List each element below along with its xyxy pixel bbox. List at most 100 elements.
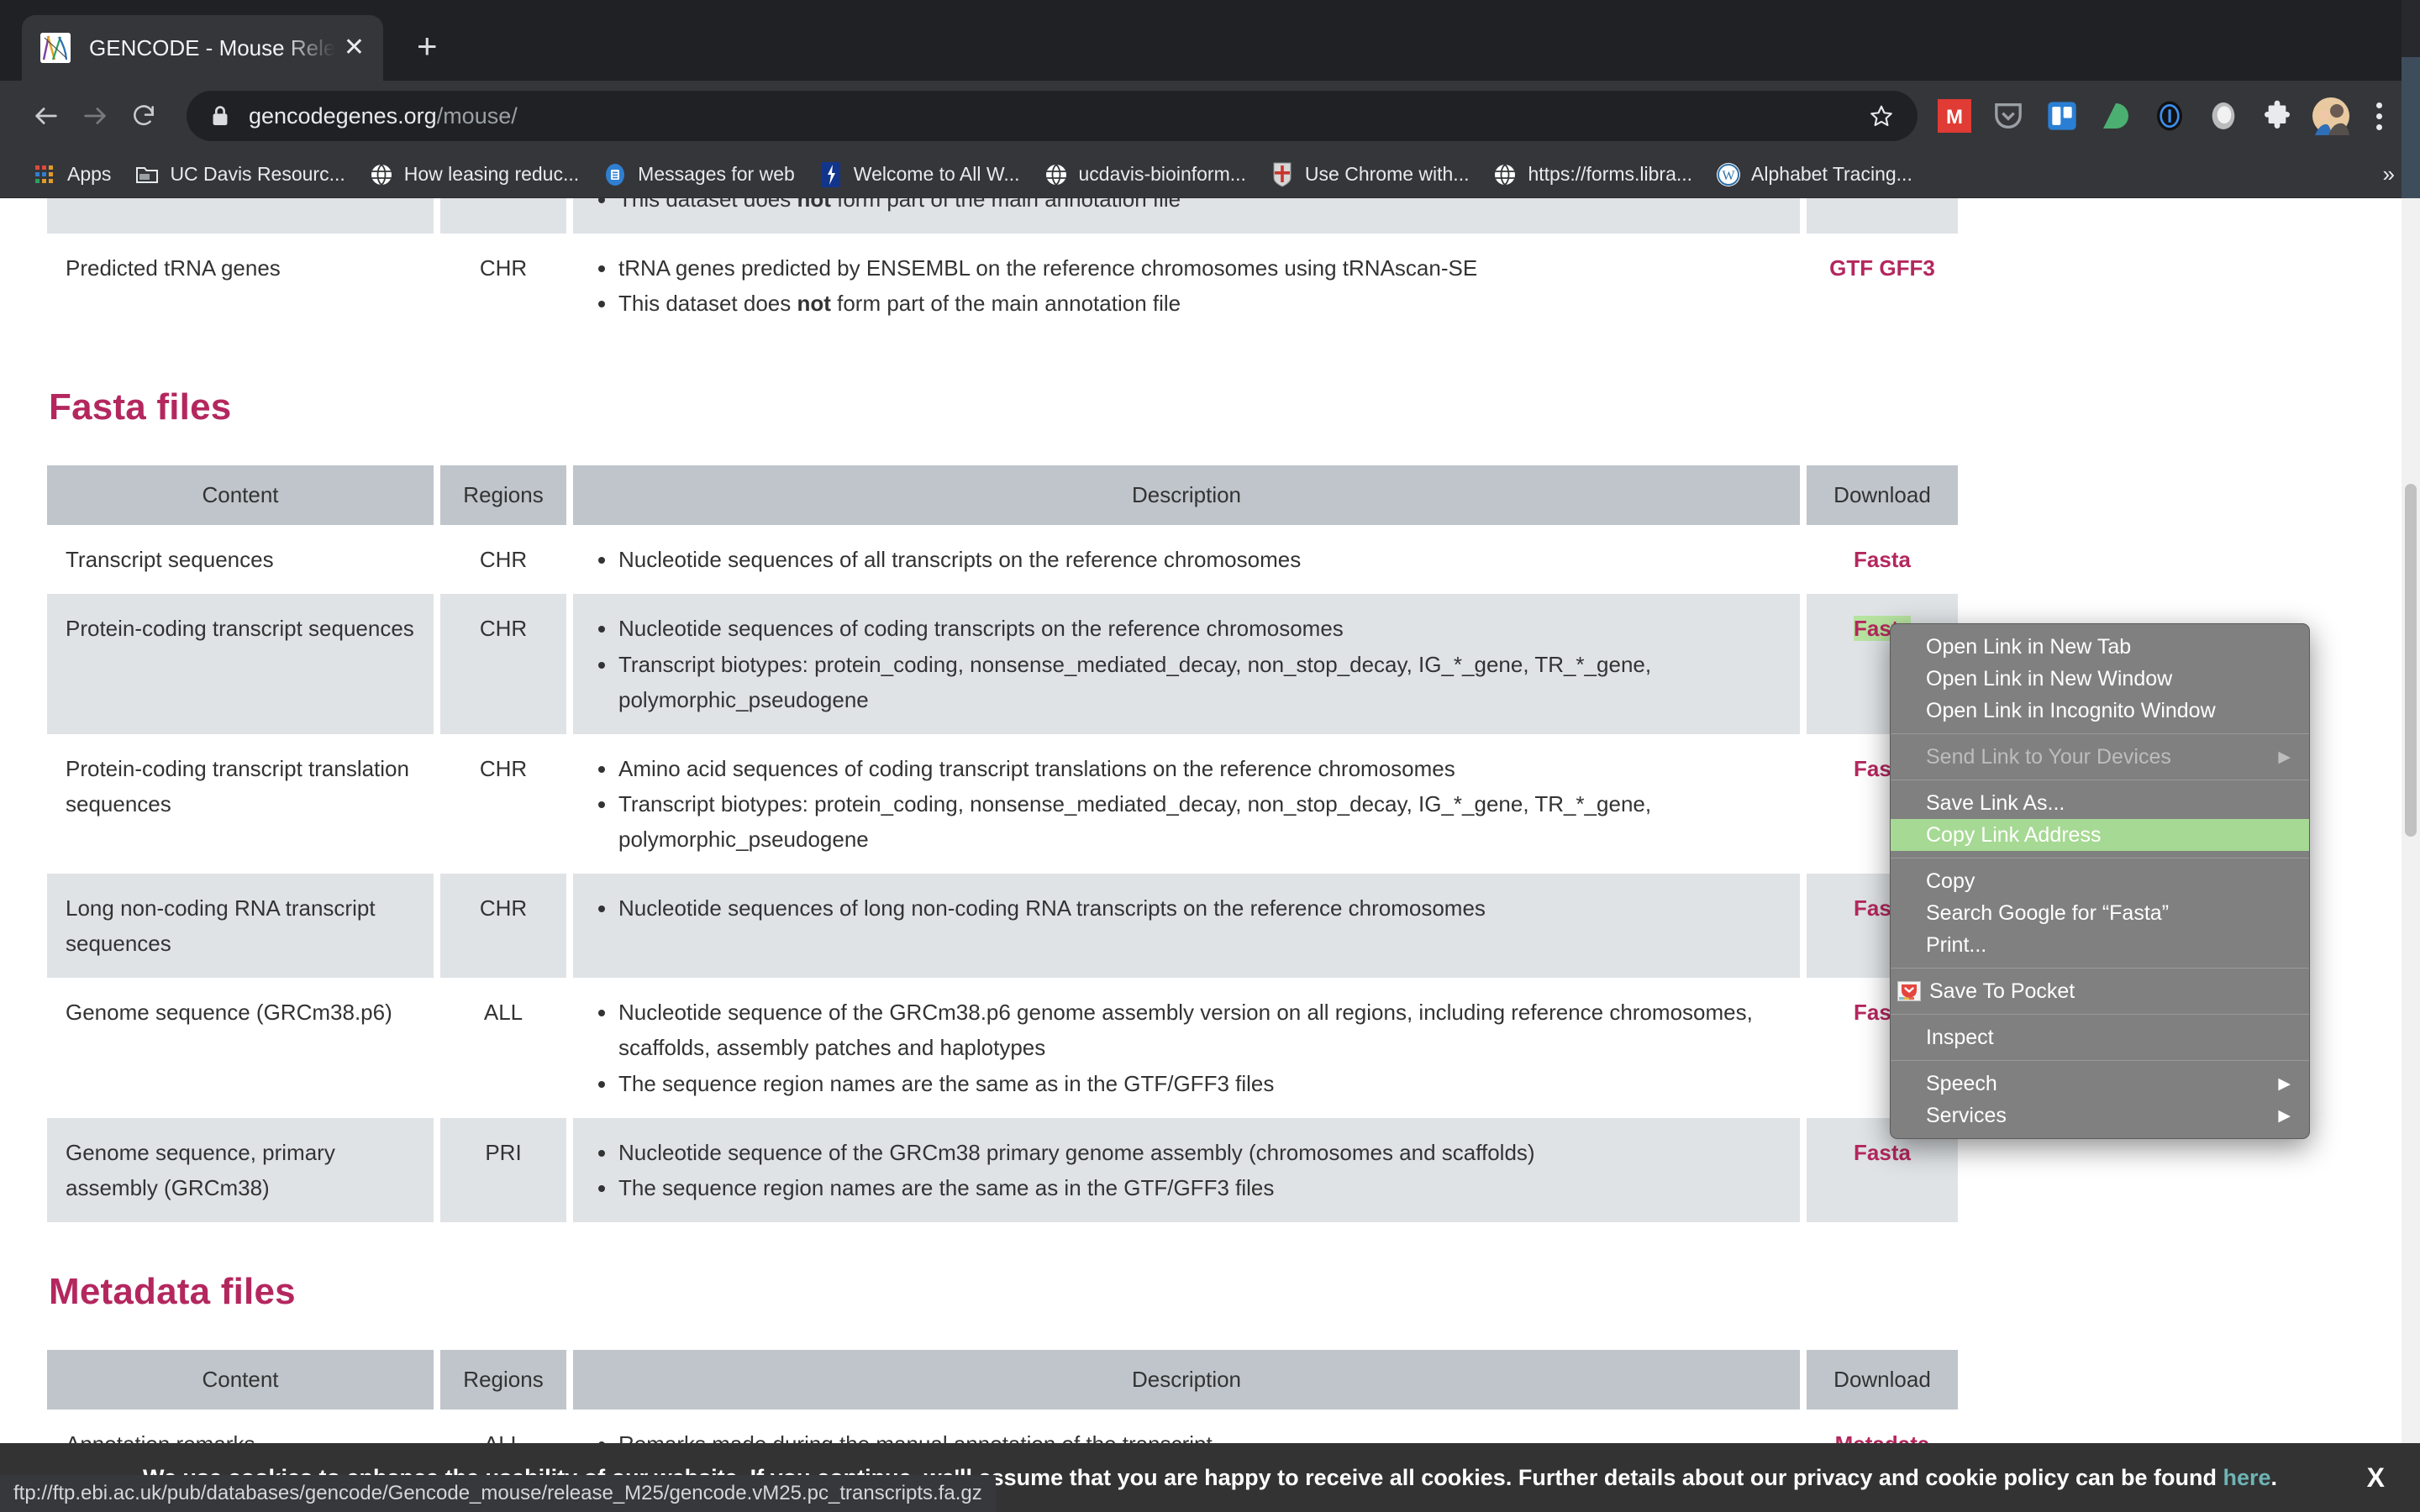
window-right-edge-accent <box>2402 57 2420 198</box>
bookmark-welcome-to-all-w[interactable]: Welcome to All W... <box>807 156 1032 193</box>
svg-text:W: W <box>1722 169 1735 183</box>
lock-icon <box>210 105 230 127</box>
trello-extension-icon[interactable] <box>2040 94 2084 138</box>
back-button[interactable] <box>22 92 71 140</box>
table-header-row: Content Regions Description Download <box>47 465 1958 526</box>
bookmark-how-leasing-reduc[interactable]: How leasing reduc... <box>357 156 591 193</box>
column-header-download: Download <box>1807 465 1958 526</box>
bookmark-messages-for-web[interactable]: Messages for web <box>591 156 807 193</box>
menu-item-label: Speech <box>1926 1071 1997 1095</box>
desc-item: This dataset does not form part of the m… <box>592 286 1781 321</box>
browser-chrome: GENCODE - Mouse Release M25 ✕ + <box>0 0 2420 198</box>
page-title-fasta-files: Fasta files <box>49 386 232 428</box>
cell-description: Nucleotide sequences of coding transcrip… <box>573 594 1800 734</box>
menu-item-open-link-in-new-tab[interactable]: Open Link in New Tab <box>1891 631 2309 663</box>
cell-regions: PRI <box>440 1117 566 1222</box>
menu-item-open-link-in-incognito-window[interactable]: Open Link in Incognito Window <box>1891 695 2309 727</box>
cell-download: Fasta <box>1807 525 1958 594</box>
pocket-extension-icon[interactable] <box>1986 94 2030 138</box>
menu-item-label: Copy Link Address <box>1926 822 2102 847</box>
close-icon[interactable]: X <box>2367 1462 2385 1494</box>
menu-item-save-link-as[interactable]: Save Link As... <box>1891 787 2309 819</box>
cell-description: This dataset does not form part of the m… <box>573 198 1800 234</box>
submenu-arrow-icon: ▶ <box>2278 1074 2291 1093</box>
column-header-description: Description <box>573 465 1800 526</box>
cookie-text-after: . <box>2270 1464 2278 1490</box>
context-menu[interactable]: Open Link in New Tab Open Link in New Win… <box>1890 623 2310 1139</box>
cell-content: Predicted tRNA genes <box>66 255 281 281</box>
profile-avatar[interactable] <box>2309 94 2353 138</box>
cell-description: Nucleotide sequence of the GRCm38.p6 gen… <box>573 978 1800 1117</box>
onepassword-extension-icon[interactable] <box>2148 94 2191 138</box>
bookmark-apps[interactable]: Apps <box>20 156 123 193</box>
cell-description: tRNA genes predicted by ENSEMBL on the r… <box>573 234 1800 338</box>
apps-grid-icon <box>32 162 57 187</box>
address-bar-text: gencodegenes.org/mouse/ <box>249 103 518 129</box>
menu-item-copy-link-address[interactable]: Copy Link Address <box>1891 819 2309 851</box>
globe-icon <box>1492 162 1518 187</box>
bookmark-alphabet-tracing[interactable]: W Alphabet Tracing... <box>1704 156 1924 193</box>
bookmarks-overflow-icon[interactable]: » <box>2383 161 2400 187</box>
reload-button[interactable] <box>119 92 168 140</box>
desc-item: Nucleotide sequences of long non-coding … <box>592 890 1781 926</box>
download-link-fasta[interactable]: Fasta <box>1854 1140 1911 1165</box>
globe-icon <box>1044 162 1069 187</box>
browser-tab[interactable]: GENCODE - Mouse Release M25 ✕ <box>22 15 383 81</box>
grammarly-extension-icon[interactable] <box>2094 94 2138 138</box>
menu-item-open-link-in-new-window[interactable]: Open Link in New Window <box>1891 663 2309 695</box>
pocket-icon <box>1897 981 1921 1001</box>
gtf-table: This dataset does not form part of the m… <box>40 198 1965 338</box>
menu-item-label: Search Google for “Fasta” <box>1926 900 2170 925</box>
puzzle-extensions-icon[interactable] <box>2255 94 2299 138</box>
status-bar-url: ftp://ftp.ebi.ac.uk/pub/databases/gencod… <box>0 1475 996 1512</box>
bookmarks-bar: Apps UC Davis Resourc... How leasing red… <box>0 151 2420 198</box>
menu-item-search-google-for-fasta[interactable]: Search Google for “Fasta” <box>1891 897 2309 929</box>
menu-item-save-to-pocket[interactable]: Save To Pocket <box>1891 975 2309 1007</box>
column-header-description: Description <box>573 1349 1800 1410</box>
fasta-files-table: Content Regions Description Download Tra… <box>40 465 1965 1222</box>
bookmark-label: https://forms.libra... <box>1528 163 1693 185</box>
column-header-content: Content <box>47 1349 434 1410</box>
desc-item: Transcript biotypes: protein_coding, non… <box>592 786 1781 857</box>
forward-button[interactable] <box>71 92 119 140</box>
menu-item-speech[interactable]: Speech ▶ <box>1891 1068 2309 1100</box>
bookmark-forms-libra[interactable]: https://forms.libra... <box>1481 156 1704 193</box>
tab-strip: GENCODE - Mouse Release M25 ✕ + <box>0 0 2420 81</box>
menu-item-services[interactable]: Services ▶ <box>1891 1100 2309 1131</box>
lastpass-extension-icon[interactable] <box>2202 94 2245 138</box>
tab-close-icon[interactable]: ✕ <box>344 35 365 60</box>
desc-item: Amino acid sequences of coding transcrip… <box>592 751 1781 786</box>
bookmark-use-chrome-with[interactable]: Use Chrome with... <box>1258 156 1481 193</box>
bookmark-uc-davis-resources[interactable]: UC Davis Resourc... <box>123 156 356 193</box>
new-tab-button[interactable]: + <box>417 29 438 64</box>
menu-item-label: Print... <box>1926 932 1987 957</box>
desc-item: Nucleotide sequence of the GRCm38.p6 gen… <box>592 995 1781 1065</box>
gencode-logo-icon <box>40 33 71 63</box>
menu-item-send-link-to-your-devices[interactable]: Send Link to Your Devices ▶ <box>1891 741 2309 773</box>
desc-item: The sequence region names are the same a… <box>592 1066 1781 1101</box>
address-bar[interactable]: gencodegenes.org/mouse/ <box>187 91 1918 141</box>
menu-item-copy[interactable]: Copy <box>1891 865 2309 897</box>
extension-icons: M <box>1933 94 2353 138</box>
bookmark-label: Welcome to All W... <box>853 163 1020 185</box>
menu-separator <box>1891 1060 2309 1061</box>
download-link-gtf-gff3[interactable]: GTF GFF3 <box>1829 255 1935 281</box>
bookmark-star-icon[interactable] <box>1869 103 1894 129</box>
scrollbar-thumb[interactable] <box>2405 484 2417 837</box>
chrome-menu-icon[interactable] <box>2360 94 2398 138</box>
desc-item: The sequence region names are the same a… <box>592 1170 1781 1205</box>
column-header-regions: Regions <box>440 1349 566 1410</box>
mendeley-extension-icon[interactable]: M <box>1933 94 1976 138</box>
download-link-fasta[interactable]: Fasta <box>1854 547 1911 572</box>
cell-content: Protein-coding transcript translation se… <box>66 755 409 816</box>
cell-description: Nucleotide sequence of the GRCm38 primar… <box>573 1117 1800 1222</box>
cell-regions: CHR <box>479 755 528 781</box>
desc-item: Nucleotide sequences of all transcripts … <box>592 542 1781 577</box>
menu-item-inspect[interactable]: Inspect <box>1891 1021 2309 1053</box>
cookie-policy-link[interactable]: here <box>2223 1465 2270 1490</box>
bookmark-ucdavis-bioinform[interactable]: ucdavis-bioinform... <box>1032 156 1258 193</box>
vertical-scrollbar[interactable] <box>2402 198 2420 1512</box>
menu-item-print[interactable]: Print... <box>1891 929 2309 961</box>
wordpress-icon: W <box>1716 162 1741 187</box>
menu-separator <box>1891 733 2309 734</box>
